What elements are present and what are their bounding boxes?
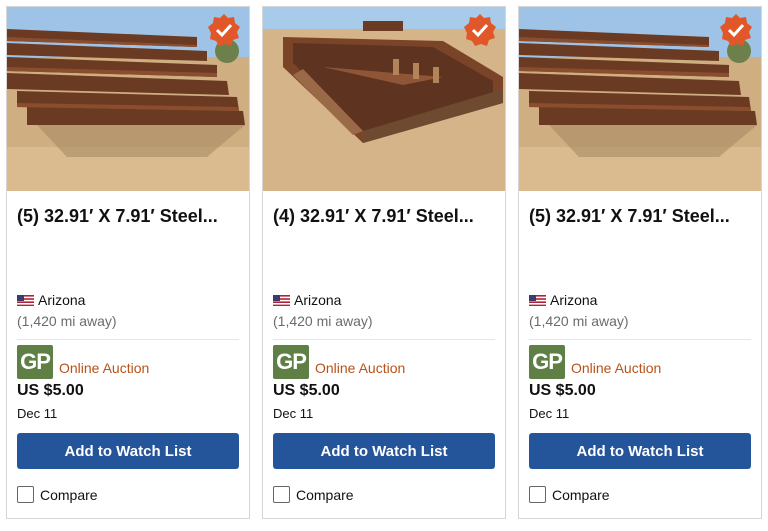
listing-card[interactable]: (5) 32.91′ X 7.91′ Steel... Arizona (1,4…	[6, 6, 250, 519]
compare-label: Compare	[296, 486, 354, 503]
distance: (1,420 mi away)	[529, 313, 629, 329]
listing-title[interactable]: (4) 32.91′ X 7.91′ Steel...	[273, 205, 499, 227]
price: US $5.00	[17, 382, 84, 399]
price: US $5.00	[529, 382, 596, 399]
divider	[273, 339, 495, 340]
auction-date: Dec 11	[273, 406, 314, 421]
compare-toggle[interactable]: Compare	[17, 486, 98, 503]
distance: (1,420 mi away)	[17, 313, 117, 329]
compare-checkbox[interactable]	[529, 486, 546, 503]
listing-card[interactable]: (4) 32.91′ X 7.91′ Steel... Arizona (1,4…	[262, 6, 506, 519]
price: US $5.00	[273, 382, 340, 399]
compare-checkbox[interactable]	[17, 486, 34, 503]
add-to-watch-list-button[interactable]: Add to Watch List	[273, 433, 495, 469]
location-label: Arizona	[38, 292, 86, 308]
listing-title[interactable]: (5) 32.91′ X 7.91′ Steel...	[529, 205, 755, 227]
listing-photo[interactable]	[519, 7, 761, 191]
auction-type: Online Auction	[571, 360, 662, 376]
add-to-watch-list-button[interactable]: Add to Watch List	[529, 433, 751, 469]
us-flag-icon	[273, 294, 290, 306]
us-flag-icon	[17, 294, 34, 306]
compare-toggle[interactable]: Compare	[529, 486, 610, 503]
compare-checkbox[interactable]	[273, 486, 290, 503]
verified-badge-icon	[720, 14, 752, 46]
seller-logo: GP	[529, 345, 565, 379]
us-flag-icon	[529, 294, 546, 306]
location: Arizona	[273, 292, 341, 308]
divider	[529, 339, 751, 340]
auction-date: Dec 11	[529, 406, 570, 421]
location-label: Arizona	[294, 292, 342, 308]
location: Arizona	[529, 292, 597, 308]
listing-photo[interactable]	[7, 7, 249, 191]
divider	[17, 339, 239, 340]
seller-logo: GP	[273, 345, 309, 379]
verified-badge-icon	[208, 14, 240, 46]
seller-logo: GP	[17, 345, 53, 379]
compare-toggle[interactable]: Compare	[273, 486, 354, 503]
listing-title[interactable]: (5) 32.91′ X 7.91′ Steel...	[17, 205, 243, 227]
auction-type: Online Auction	[59, 360, 150, 376]
verified-badge-icon	[464, 14, 496, 46]
distance: (1,420 mi away)	[273, 313, 373, 329]
compare-label: Compare	[40, 486, 98, 503]
add-to-watch-list-button[interactable]: Add to Watch List	[17, 433, 239, 469]
listing-grid: (5) 32.91′ X 7.91′ Steel... Arizona (1,4…	[0, 0, 768, 531]
auction-date: Dec 11	[17, 406, 58, 421]
location: Arizona	[17, 292, 85, 308]
auction-type: Online Auction	[315, 360, 406, 376]
location-label: Arizona	[550, 292, 598, 308]
listing-card[interactable]: (5) 32.91′ X 7.91′ Steel... Arizona (1,4…	[518, 6, 762, 519]
compare-label: Compare	[552, 486, 610, 503]
listing-photo[interactable]	[263, 7, 505, 191]
